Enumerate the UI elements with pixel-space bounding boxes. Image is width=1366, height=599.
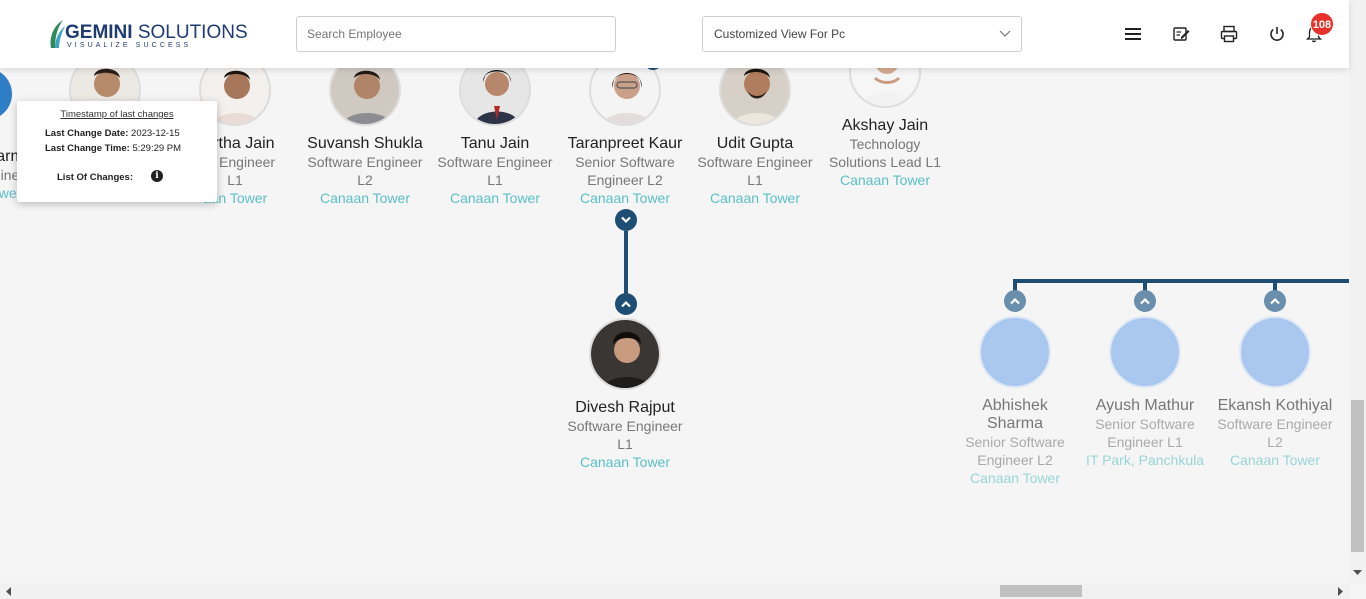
timestamp-tooltip: Timestamp of last changes Last Change Da…	[17, 101, 217, 202]
employee-location: Canaan Tower	[579, 190, 671, 206]
logo-tagline: VISUALIZE SUCCESS	[67, 42, 192, 49]
employee-node[interactable]: Udit Gupta Software Engineer L1 Canaan T…	[690, 68, 820, 207]
employee-title: Senior Software	[965, 434, 1065, 450]
employee-location: Canaan Tower	[449, 190, 541, 206]
employee-title: Technology	[849, 136, 921, 152]
chevron-down-icon	[999, 30, 1011, 37]
company-logo[interactable]: GEMINI SOLUTIONS VISUALIZE SUCCESS	[47, 18, 248, 50]
employee-level: L2	[357, 172, 373, 188]
employee-level: L1	[747, 172, 763, 188]
search-employee-input[interactable]	[296, 16, 616, 52]
employee-name: Ayush Mathur	[1095, 397, 1195, 414]
chevron-down-icon	[621, 216, 631, 224]
employee-avatar	[459, 68, 531, 126]
employee-avatar	[589, 68, 661, 126]
employee-node[interactable]: Ayush Mathur Senior Software Engineer L1…	[1080, 316, 1210, 469]
scroll-down-arrow-icon[interactable]	[1353, 570, 1362, 576]
employee-node[interactable]: Tanu Jain Software Engineer L1 Canaan To…	[430, 68, 560, 207]
employee-location: Canaan Tower	[319, 190, 411, 206]
employee-name-line2: Sharma	[986, 415, 1044, 432]
employee-title: Software Engineer	[697, 154, 813, 170]
employee-location: Canaan Tower	[709, 190, 801, 206]
print-icon[interactable]	[1219, 24, 1239, 44]
collapse-toggle[interactable]	[615, 209, 637, 231]
scroll-right-arrow-icon[interactable]	[1338, 587, 1344, 596]
employee-location: Canaan Tower	[579, 454, 671, 470]
employee-title: Software Engineer	[1217, 416, 1333, 432]
employee-node[interactable]: Taranpreet Kaur Senior Software Engineer…	[560, 68, 690, 207]
menu-icon[interactable]	[1123, 24, 1143, 44]
employee-level: L1	[487, 172, 503, 188]
edit-note-icon[interactable]	[1171, 24, 1191, 44]
horizontal-scrollbar[interactable]	[0, 583, 1349, 599]
employee-avatar-placeholder	[1109, 316, 1181, 388]
employee-location: Canaan Tower	[1229, 452, 1321, 468]
employee-level: Engineer L2	[587, 172, 663, 188]
employee-name: Taranpreet Kaur	[567, 135, 683, 152]
list-of-changes-label: List Of Changes:	[57, 172, 134, 183]
employee-title: Senior Software	[575, 154, 675, 170]
employee-title: Senior Software	[1095, 416, 1195, 432]
employee-location: IT Park, Panchkula	[1085, 452, 1205, 468]
connector-line	[624, 231, 628, 294]
employee-avatar-placeholder	[979, 316, 1051, 388]
view-select[interactable]: Customized View For Pc	[702, 16, 1022, 52]
employee-title: Software Engineer	[437, 154, 553, 170]
logo-leaf-icon	[50, 20, 65, 48]
employee-level: Engineer L2	[977, 452, 1053, 468]
employee-node[interactable]: Divesh Rajput Software Engineer L1 Canaa…	[560, 318, 690, 471]
employee-location: Canaan Tower	[969, 470, 1061, 486]
view-select-value: Customized View For Pc	[714, 27, 846, 41]
employee-level: L1	[617, 436, 633, 452]
employee-avatar	[719, 68, 791, 126]
employee-avatar	[329, 68, 401, 126]
info-icon[interactable]: i	[151, 170, 163, 182]
logo-brand: GEMINI SOLUTIONS	[65, 22, 248, 43]
expand-parent-toggle[interactable]	[1134, 290, 1156, 312]
employee-avatar	[849, 68, 921, 108]
employee-name: Suvansh Shukla	[307, 135, 423, 152]
expand-parent-toggle[interactable]	[615, 293, 637, 315]
tooltip-heading: Timestamp of last changes	[60, 109, 174, 120]
employee-name: Abhishek	[982, 397, 1048, 414]
employee-node[interactable]: Ekansh Kothiyal Software Engineer L2 Can…	[1210, 316, 1340, 469]
scroll-left-arrow-icon[interactable]	[5, 587, 11, 596]
employee-node[interactable]: Akshay Jain Technology Solutions Lead L1…	[820, 68, 950, 189]
top-header: GEMINI SOLUTIONS VISUALIZE SUCCESS Custo…	[0, 0, 1349, 68]
employee-name: Ekansh Kothiyal	[1217, 397, 1333, 414]
org-chart-canvas[interactable]: arm ine wer hartha Jain are Engineer L1 …	[0, 68, 1349, 583]
expand-parent-toggle[interactable]	[1264, 290, 1286, 312]
connector-line	[1013, 279, 1349, 283]
power-icon[interactable]	[1267, 24, 1287, 44]
employee-title: Software Engineer	[307, 154, 423, 170]
employee-title: Software Engineer	[567, 418, 683, 434]
employee-level: Solutions Lead L1	[828, 154, 942, 170]
employee-level: Engineer L1	[1107, 434, 1183, 450]
employee-name: Akshay Jain	[841, 117, 929, 134]
chevron-up-icon	[621, 300, 631, 308]
expand-parent-toggle[interactable]	[1004, 290, 1026, 312]
horizontal-scroll-thumb[interactable]	[1000, 585, 1082, 597]
employee-avatar	[589, 318, 661, 390]
vertical-scrollbar[interactable]	[1349, 0, 1366, 583]
employee-name: Divesh Rajput	[575, 399, 675, 416]
employee-location: Canaan Tower	[839, 172, 931, 188]
notification-count-badge: 108	[1310, 12, 1334, 36]
chevron-up-icon	[1270, 297, 1280, 305]
last-change-time: Last Change Time: 5:29:29 PM	[45, 143, 182, 154]
employee-avatar-placeholder	[1239, 316, 1311, 388]
chevron-up-icon	[1140, 297, 1150, 305]
employee-node[interactable]: Suvansh Shukla Software Engineer L2 Cana…	[300, 68, 430, 207]
last-change-date: Last Change Date: 2023-12-15	[45, 128, 180, 139]
chevron-up-icon	[1010, 297, 1020, 305]
employee-name: Udit Gupta	[716, 135, 794, 152]
employee-level: L2	[1267, 434, 1283, 450]
employee-name: Tanu Jain	[460, 135, 530, 152]
vertical-scroll-thumb[interactable]	[1351, 400, 1364, 552]
employee-node[interactable]: Abhishek Sharma Senior Software Engineer…	[950, 316, 1080, 487]
